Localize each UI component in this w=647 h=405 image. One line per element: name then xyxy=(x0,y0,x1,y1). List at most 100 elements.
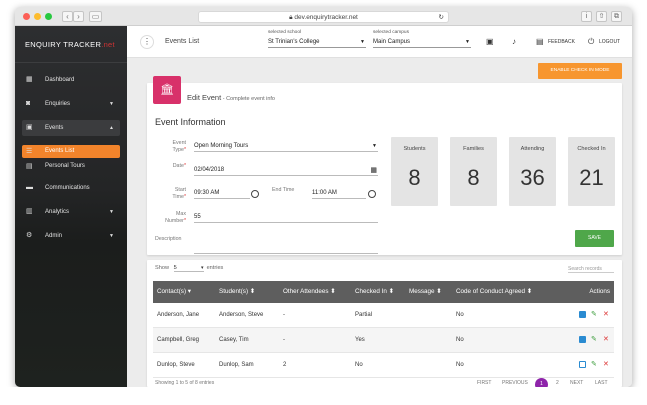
column-header-other-attendees[interactable]: Other Attendees ⬍ xyxy=(283,281,336,303)
next-page-button[interactable]: NEXT xyxy=(570,380,583,386)
stat-value: 8 xyxy=(467,165,480,190)
column-header-message[interactable]: Message ⬍ xyxy=(409,281,442,303)
table-row[interactable]: Campbell, Greg Casey, Tim - Yes No ✎ ✕ xyxy=(153,328,614,353)
date-field[interactable]: 02/04/2018 ▦ xyxy=(194,166,378,176)
cell-checked-in: Yes xyxy=(355,337,365,343)
cell-contact: Anderson, Jane xyxy=(157,312,200,318)
sidebar-item-dashboard[interactable]: ▦ Dashboard xyxy=(22,72,120,88)
forward-icon[interactable]: › xyxy=(73,11,84,22)
share-icon[interactable]: ⇧ xyxy=(596,11,607,22)
page-title: Events List xyxy=(165,38,200,45)
description-label: Description xyxy=(155,236,182,242)
end-time-field[interactable]: 11:00 AM xyxy=(312,189,366,199)
stat-value: 8 xyxy=(408,165,421,190)
save-button[interactable]: SAVE xyxy=(575,230,614,247)
sidebar-item-admin[interactable]: ⚙ Admin ▼ xyxy=(22,228,120,244)
chevron-up-icon: ▲ xyxy=(109,125,114,131)
sidebar: ENQUIRY TRACKER.net ▦ Dashboard ◙ Enquir… xyxy=(15,26,127,387)
stat-title: Attending xyxy=(520,146,545,152)
last-page-button[interactable]: LAST xyxy=(595,380,608,386)
enable-check-in-mode-button[interactable]: ENABLE CHECK IN MODE xyxy=(538,63,622,79)
page-size-select[interactable]: 5 ▾ xyxy=(173,265,204,272)
label-text: Max Number xyxy=(165,211,186,224)
checkbox-unchecked-icon[interactable] xyxy=(579,361,586,368)
edit-pencil-icon[interactable]: ✎ xyxy=(591,336,597,344)
back-icon[interactable]: ‹ xyxy=(62,11,73,22)
cell-other-attendees: - xyxy=(283,337,285,343)
chat-icon: ▬ xyxy=(26,184,33,191)
first-page-button[interactable]: FIRST xyxy=(477,380,491,386)
header-text: Checked In xyxy=(355,288,387,295)
cell-checked-in: Partial xyxy=(355,312,373,318)
menu-dots-icon[interactable]: ⋮ xyxy=(140,35,154,49)
address-bar[interactable]: 🔒︎ dev.enquirytracker.net ↻ xyxy=(198,11,449,23)
power-icon[interactable]: ⏻ xyxy=(588,37,594,47)
delete-x-icon[interactable]: ✕ xyxy=(603,336,609,344)
brand-logo[interactable]: ENQUIRY TRACKER.net xyxy=(25,40,115,49)
edit-event-title: Edit Event - Complete event info xyxy=(187,93,275,102)
header-text: Contact(s) xyxy=(157,288,187,295)
chevron-down-icon: ▼ xyxy=(109,209,114,215)
column-header-checked-in[interactable]: Checked In ⬍ xyxy=(355,281,394,303)
previous-page-button[interactable]: PREVIOUS xyxy=(502,380,528,386)
sidebar-item-personal-tours[interactable]: ▤ Personal Tours xyxy=(22,160,120,173)
calendar-picker-icon[interactable]: ▦ xyxy=(370,166,377,175)
info-icon[interactable]: i xyxy=(581,11,592,22)
page-2-button[interactable]: 2 xyxy=(556,380,559,386)
table-row[interactable]: Anderson, Jane Anderson, Steve - Partial… xyxy=(153,303,614,328)
clock-icon[interactable] xyxy=(368,190,376,198)
school-select[interactable]: St Trinian's College ▼ xyxy=(268,38,366,48)
minimize-window-icon[interactable] xyxy=(34,13,41,20)
sidebar-item-label: Admin xyxy=(45,233,63,239)
cell-checked-in: No xyxy=(355,362,363,368)
description-field[interactable] xyxy=(194,240,378,254)
event-type-select[interactable]: Open Morning Tours ▼ xyxy=(194,142,378,152)
end-time-value: 11:00 AM xyxy=(312,190,337,196)
school-select-label: selected school xyxy=(268,30,302,35)
close-window-icon[interactable] xyxy=(23,13,30,20)
checkbox-checked-icon[interactable] xyxy=(579,336,586,343)
column-header-contacts[interactable]: Contact(s) ▾ xyxy=(157,281,191,303)
cell-contact: Dunlop, Steve xyxy=(157,362,195,368)
reload-icon[interactable]: ↻ xyxy=(439,12,444,23)
sidebar-toggle-icon[interactable]: ▭ xyxy=(89,11,102,22)
delete-x-icon[interactable]: ✕ xyxy=(603,311,609,319)
campus-select[interactable]: Main Campus ▼ xyxy=(373,38,471,48)
edit-pencil-icon[interactable]: ✎ xyxy=(591,311,597,319)
cell-conduct: No xyxy=(456,337,464,343)
max-number-field[interactable]: 55 xyxy=(194,213,378,223)
table-row[interactable]: Dunlop, Steve Dunlop, Sam 2 No No ✎ ✕ xyxy=(153,353,614,378)
entries-label: entries xyxy=(206,265,224,271)
bell-icon[interactable]: ♪ xyxy=(512,37,516,46)
clock-icon[interactable] xyxy=(251,190,259,198)
column-header-code-of-conduct[interactable]: Code of Conduct Agreed ⬍ xyxy=(456,281,532,303)
label-text: Date xyxy=(172,163,184,169)
edit-pencil-icon[interactable]: ✎ xyxy=(591,361,597,369)
entries-info: Showing 1 to 5 of 8 entries xyxy=(155,380,215,386)
edit-subtitle: - Complete event info xyxy=(221,96,275,102)
sidebar-item-enquiries[interactable]: ◙ Enquiries ▼ xyxy=(22,96,120,112)
browser-titlebar: ‹ › ▭ 🔒︎ dev.enquirytracker.net ↻ i ⇧ ⧉ xyxy=(15,7,632,26)
school-select-value: St Trinian's College xyxy=(268,39,320,45)
checkbox-partial-icon[interactable] xyxy=(579,311,586,318)
tabs-icon[interactable]: ⧉ xyxy=(611,11,622,22)
sidebar-item-events-list[interactable]: ☰ Events List xyxy=(22,145,120,158)
sidebar-item-communications[interactable]: ▬ Communications xyxy=(22,180,120,196)
start-time-field[interactable]: 09:30 AM xyxy=(194,189,250,199)
maximize-window-icon[interactable] xyxy=(45,13,52,20)
column-header-students[interactable]: Student(s) ⬍ xyxy=(219,281,255,303)
feedback-button[interactable]: FEEDBACK xyxy=(548,39,575,45)
header-text: Other Attendees xyxy=(283,288,329,295)
start-time-label: Start Time* xyxy=(160,187,186,200)
search-input[interactable]: Search records xyxy=(568,266,614,273)
sidebar-item-events[interactable]: ▣ Events ▲ xyxy=(22,120,120,136)
page-1-button[interactable]: 1 xyxy=(535,378,548,387)
tour-icon: ▤ xyxy=(26,163,33,170)
header-text: Student(s) xyxy=(219,288,249,295)
logout-button[interactable]: LOGOUT xyxy=(599,39,620,45)
event-type-label: Event Type* xyxy=(160,140,186,153)
sidebar-item-analytics[interactable]: ▥ Analytics ▼ xyxy=(22,204,120,220)
delete-x-icon[interactable]: ✕ xyxy=(603,361,609,369)
feedback-icon[interactable]: ▤ xyxy=(536,37,544,46)
contact-card-icon[interactable]: ▣ xyxy=(486,37,494,46)
